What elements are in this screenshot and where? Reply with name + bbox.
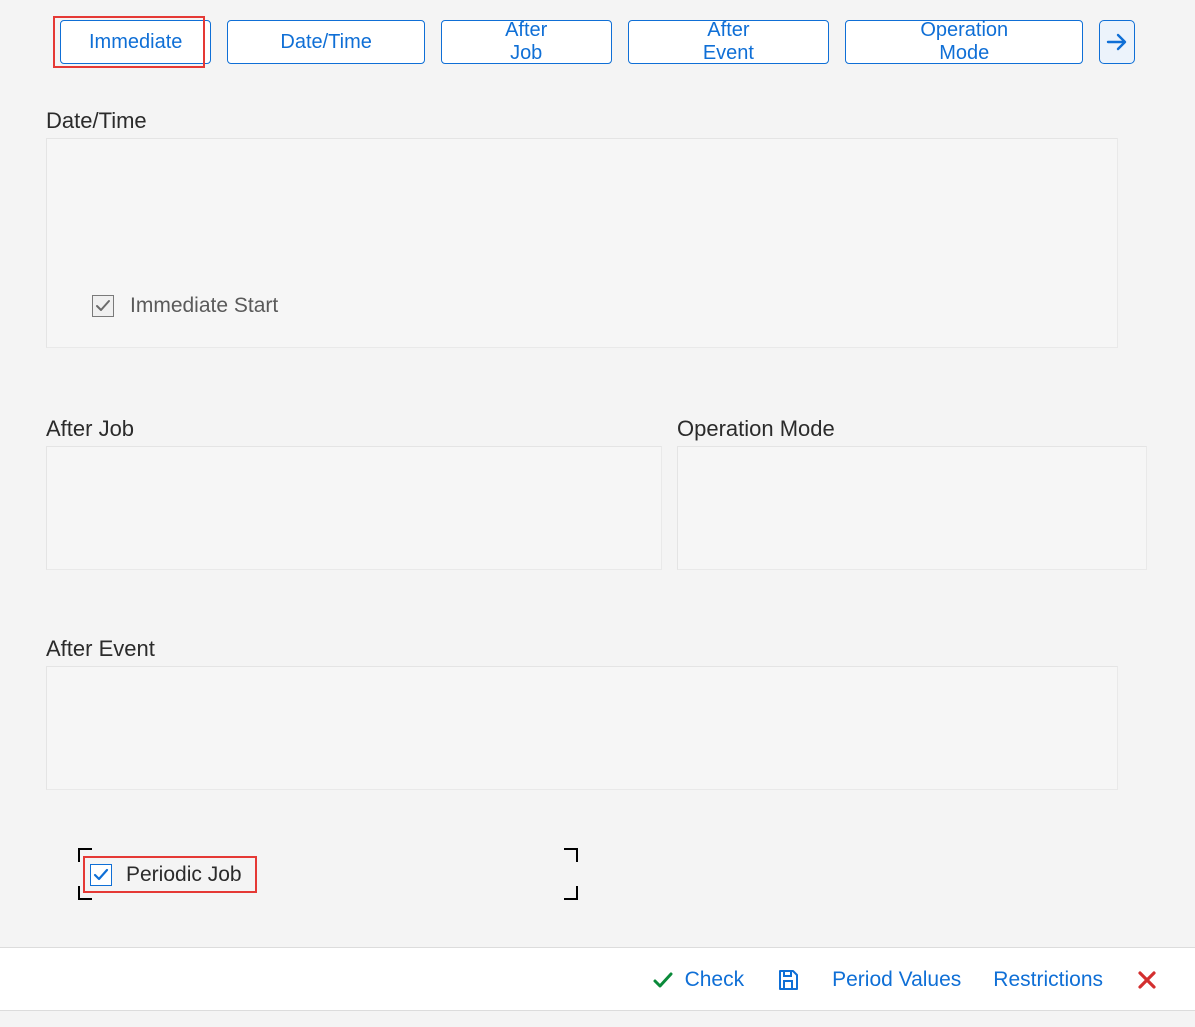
immediate-button[interactable]: Immediate — [60, 20, 211, 64]
date-time-button[interactable]: Date/Time — [227, 20, 425, 64]
close-button[interactable] — [1135, 968, 1159, 992]
save-button[interactable] — [776, 968, 800, 992]
check-icon — [93, 867, 109, 883]
after-job-button[interactable]: After Job — [441, 20, 612, 64]
periodic-job-row: Periodic Job — [78, 848, 578, 900]
operation-mode-panel — [677, 446, 1147, 570]
restrictions-button[interactable]: Restrictions — [993, 968, 1103, 992]
focus-bracket-icon — [564, 848, 578, 862]
check-icon — [651, 968, 675, 992]
immediate-start-row: Immediate Start — [92, 294, 278, 318]
focus-bracket-icon — [78, 848, 92, 862]
save-icon — [776, 968, 800, 992]
arrow-right-icon — [1105, 30, 1129, 54]
date-time-panel: Immediate Start — [46, 138, 1118, 348]
immediate-start-label: Immediate Start — [130, 294, 278, 318]
operation-mode-button[interactable]: Operation Mode — [845, 20, 1083, 64]
scroll-right-button[interactable] — [1099, 20, 1135, 64]
start-condition-screen: Immediate Date/Time After Job After Even… — [0, 0, 1195, 1027]
focus-bracket-icon — [78, 886, 92, 900]
after-event-section-label: After Event — [46, 636, 155, 662]
check-label: Check — [685, 968, 745, 992]
focus-bracket-icon — [564, 886, 578, 900]
date-time-section-label: Date/Time — [46, 108, 147, 134]
restrictions-label: Restrictions — [993, 968, 1103, 992]
periodic-job-label: Periodic Job — [126, 863, 242, 887]
immediate-start-checkbox — [92, 295, 114, 317]
period-values-button[interactable]: Period Values — [832, 968, 961, 992]
after-job-section-label: After Job — [46, 416, 134, 442]
operation-mode-section-label: Operation Mode — [677, 416, 835, 442]
check-button[interactable]: Check — [651, 968, 745, 992]
after-event-panel — [46, 666, 1118, 790]
periodic-job-checkbox[interactable] — [90, 864, 112, 886]
after-event-button[interactable]: After Event — [628, 20, 830, 64]
after-job-panel — [46, 446, 662, 570]
check-icon — [95, 298, 111, 314]
start-condition-toolbar: Immediate Date/Time After Job After Even… — [60, 20, 1135, 64]
divider — [0, 1010, 1195, 1011]
close-icon — [1135, 968, 1159, 992]
period-values-label: Period Values — [832, 968, 961, 992]
footer-toolbar: Check Period Values Restrictions — [0, 947, 1195, 1011]
